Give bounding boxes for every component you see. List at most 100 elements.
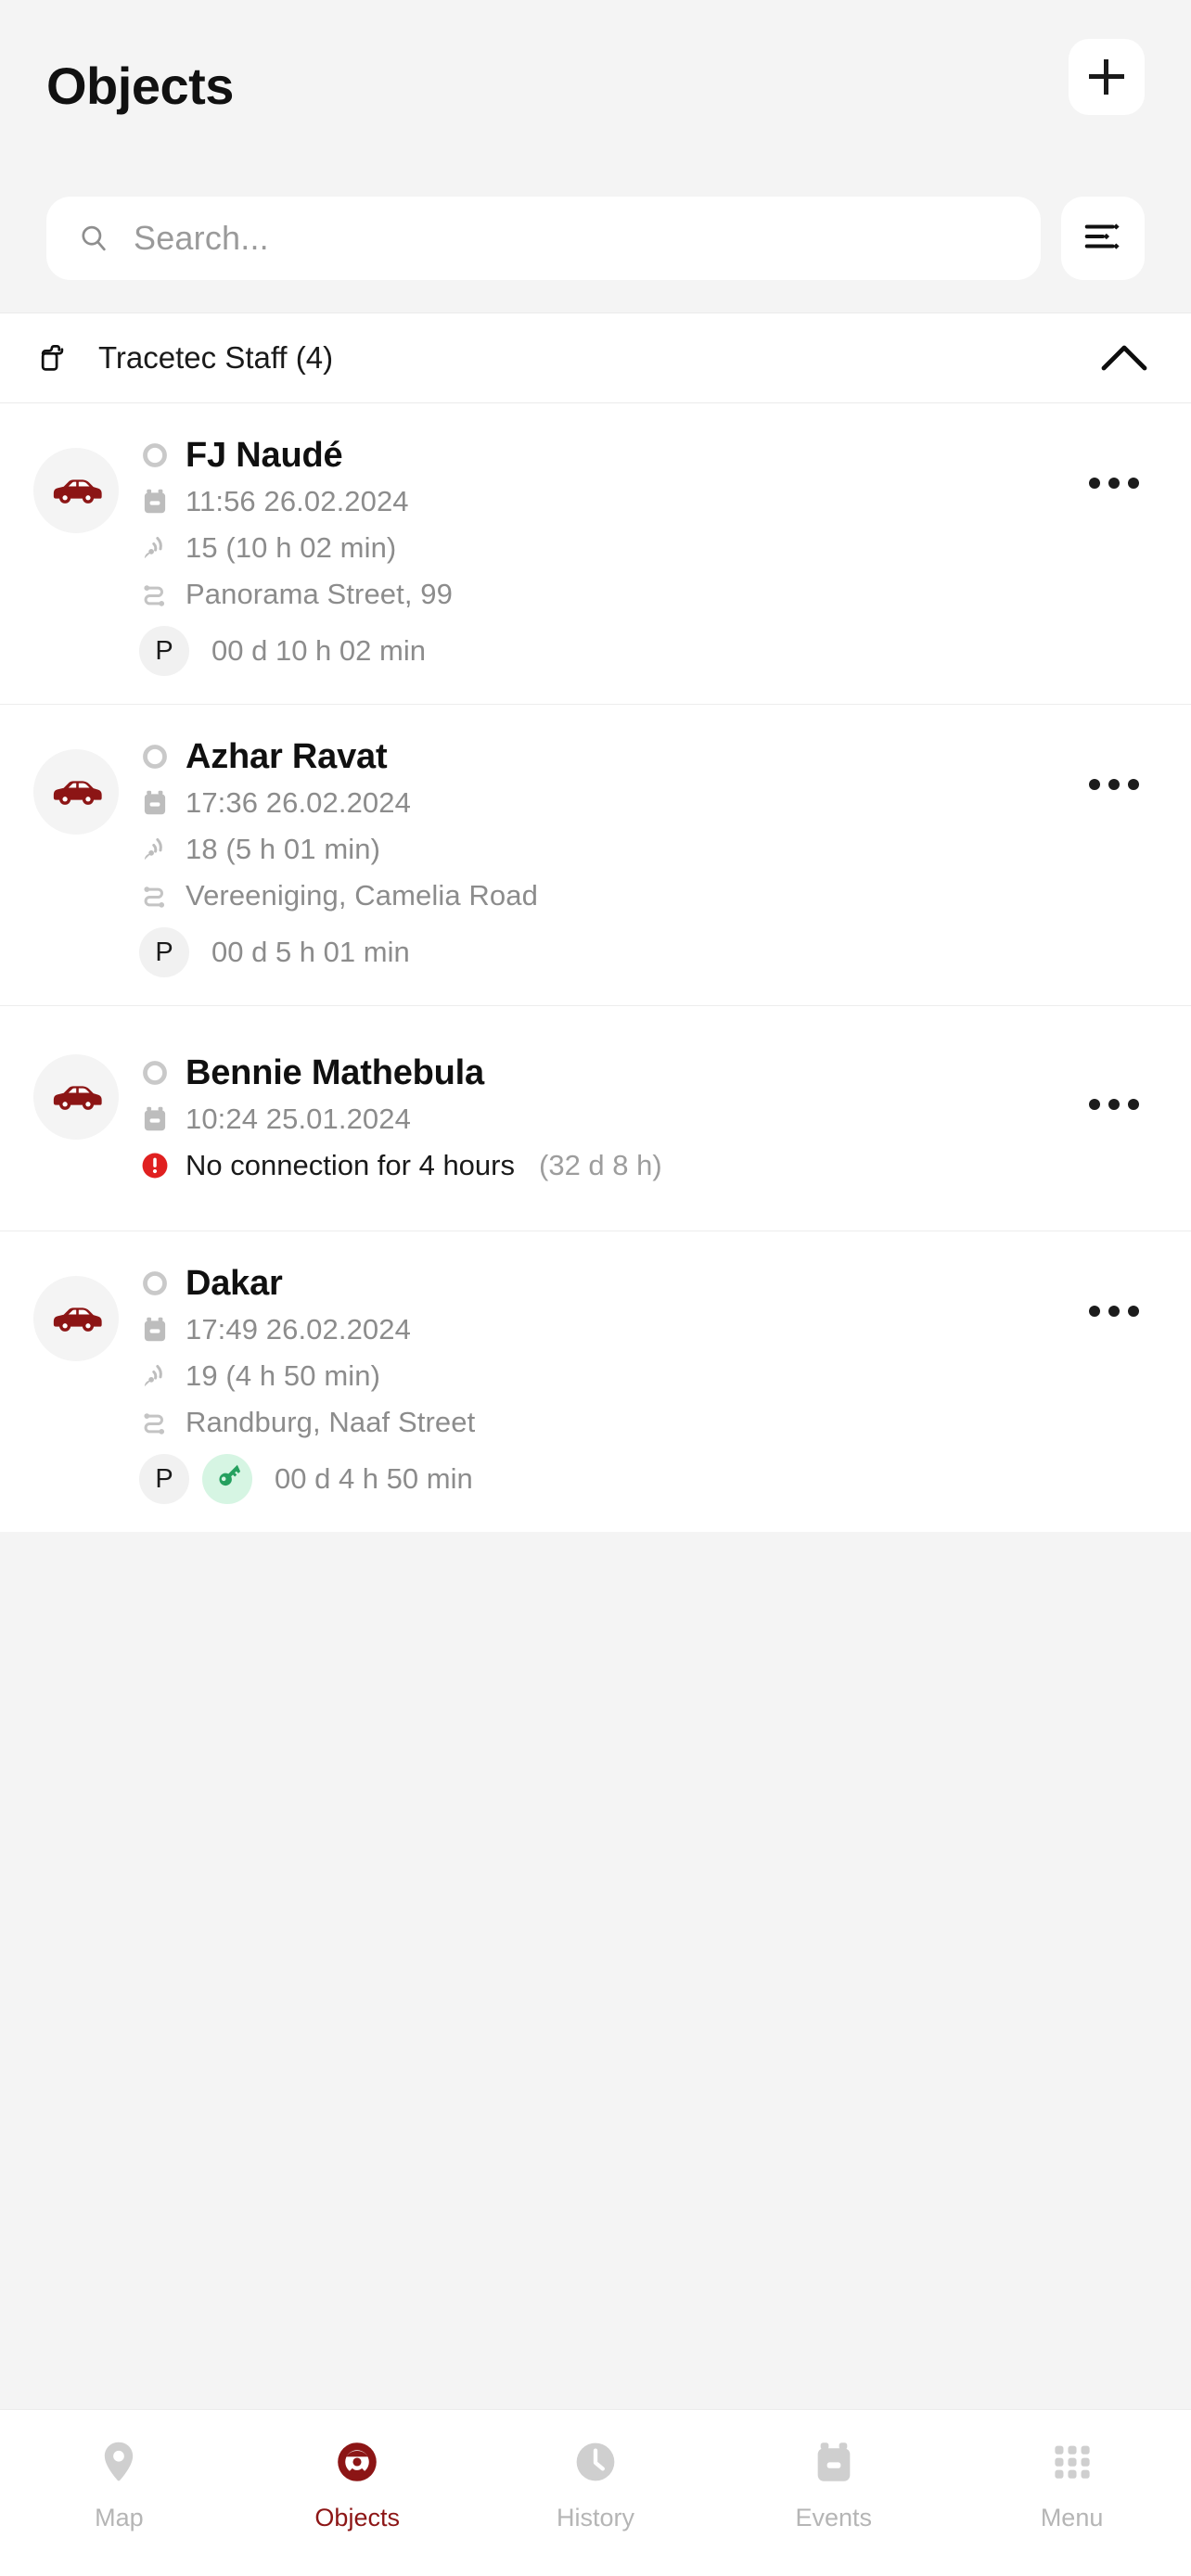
badges-line: P 00 d 10 h 02 min (139, 626, 1074, 676)
alert-text: No connection for 4 hours (186, 1149, 515, 1181)
alert-line: No connection for 4 hours (32 d 8 h) (139, 1143, 1074, 1188)
item-body: Bennie Mathebula 10:24 25.01.2024 No con… (139, 1049, 1074, 1188)
car-icon (50, 772, 102, 813)
nav-label: Map (95, 2504, 144, 2531)
nav-item-map[interactable]: Map (0, 2438, 238, 2532)
kebab-menu-icon[interactable] (1074, 757, 1154, 812)
signal-line: 18 (5 h 01 min) (139, 827, 1074, 872)
name-line: FJ Naudé (139, 433, 1074, 478)
signal-text: 15 (10 h 02 min) (186, 531, 397, 564)
duration-text: 00 d 10 h 02 min (211, 634, 426, 667)
avatar (33, 448, 119, 533)
objects-list: FJ Naudé 11:56 26.02.2024 15 (10 h 02 mi… (0, 403, 1191, 1532)
signal-line: 15 (10 h 02 min) (139, 526, 1074, 570)
kebab-menu-icon[interactable] (1074, 455, 1154, 511)
datetime-text: 11:56 26.02.2024 (186, 485, 409, 517)
signal-line: 19 (4 h 50 min) (139, 1354, 1074, 1398)
signal-text: 18 (5 h 01 min) (186, 833, 380, 865)
status-ring-icon (139, 741, 171, 772)
battery-icon (139, 787, 171, 819)
satellite-signal-icon (139, 834, 171, 865)
objects-screen: Objects Search... Tracetec Staff (4) FJ … (0, 0, 1191, 2576)
car-icon (50, 1077, 102, 1118)
grid-dots-icon (1048, 2438, 1096, 2491)
car-icon (50, 470, 102, 512)
list-item[interactable]: Bennie Mathebula 10:24 25.01.2024 No con… (0, 1006, 1191, 1231)
datetime-line: 11:56 26.02.2024 (139, 479, 1074, 524)
parking-badge: P (139, 1454, 189, 1504)
car-icon (50, 1298, 102, 1340)
item-body: FJ Naudé 11:56 26.02.2024 15 (10 h 02 mi… (139, 431, 1074, 676)
address-text: Randburg, Naaf Street (186, 1406, 476, 1438)
battery-icon (139, 1314, 171, 1345)
key-icon (212, 1460, 242, 1498)
ignition-key-badge (202, 1454, 252, 1504)
sliders-filter-icon (1082, 215, 1124, 262)
address-text: Vereeniging, Camelia Road (186, 879, 538, 912)
nav-label: Menu (1040, 2504, 1104, 2531)
address-line: Randburg, Naaf Street (139, 1400, 1074, 1445)
list-item[interactable]: Dakar 17:49 26.02.2024 19 (4 h 50 min) R… (0, 1231, 1191, 1532)
nav-item-objects[interactable]: Objects (238, 2438, 477, 2532)
address-line: Vereeniging, Camelia Road (139, 874, 1074, 918)
address-text: Panorama Street, 99 (186, 578, 453, 610)
screen-header: Objects (0, 0, 1191, 197)
badges-line: P 00 d 4 h 50 min (139, 1454, 1074, 1504)
name-line: Azhar Ravat (139, 734, 1074, 779)
avatar (33, 1054, 119, 1140)
group-label: Tracetec Staff (4) (98, 340, 334, 375)
search-icon (78, 223, 109, 254)
group-header-tracetec-staff[interactable]: Tracetec Staff (4) (0, 312, 1191, 403)
nav-label: Objects (314, 2504, 400, 2531)
object-name: FJ Naudé (186, 435, 343, 475)
datetime-line: 17:49 26.02.2024 (139, 1307, 1074, 1352)
satellite-signal-icon (139, 532, 171, 564)
datetime-text: 10:24 25.01.2024 (186, 1103, 411, 1135)
nav-item-menu[interactable]: Menu (953, 2438, 1191, 2532)
duration-text: 00 d 4 h 50 min (275, 1462, 473, 1495)
clock-icon (571, 2438, 620, 2491)
item-body: Azhar Ravat 17:36 26.02.2024 18 (5 h 01 … (139, 733, 1074, 977)
alert-sub-text: (32 d 8 h) (539, 1149, 662, 1181)
route-icon (139, 1407, 171, 1438)
avatar (33, 749, 119, 835)
route-icon (139, 880, 171, 912)
signal-text: 19 (4 h 50 min) (186, 1359, 380, 1392)
battery-icon (139, 486, 171, 517)
filter-button[interactable] (1061, 197, 1145, 280)
name-line: Dakar (139, 1261, 1074, 1306)
add-object-button[interactable] (1069, 39, 1145, 115)
kebab-menu-icon[interactable] (1074, 1077, 1154, 1132)
badges-line: P 00 d 5 h 01 min (139, 927, 1074, 977)
plus-icon (1089, 59, 1124, 95)
object-name: Azhar Ravat (186, 736, 388, 776)
datetime-line: 10:24 25.01.2024 (139, 1097, 1074, 1141)
object-name: Bennie Mathebula (186, 1052, 484, 1092)
list-item[interactable]: FJ Naudé 11:56 26.02.2024 15 (10 h 02 mi… (0, 403, 1191, 705)
steering-wheel-icon (333, 2438, 381, 2491)
avatar (33, 1276, 119, 1361)
address-line: Panorama Street, 99 (139, 572, 1074, 617)
nav-item-history[interactable]: History (477, 2438, 715, 2532)
content-spacer (0, 1532, 1191, 2409)
search-placeholder: Search... (134, 219, 269, 257)
chevron-up-icon[interactable] (1100, 334, 1148, 382)
datetime-text: 17:36 26.02.2024 (186, 786, 411, 819)
status-ring-icon (139, 1057, 171, 1089)
map-pin-icon (95, 2438, 143, 2491)
search-row: Search... (0, 197, 1191, 312)
nav-label: History (556, 2504, 634, 2531)
name-line: Bennie Mathebula (139, 1051, 1074, 1095)
battery-events-icon (810, 2438, 858, 2491)
list-item[interactable]: Azhar Ravat 17:36 26.02.2024 18 (5 h 01 … (0, 705, 1191, 1006)
kebab-menu-icon[interactable] (1074, 1283, 1154, 1339)
object-name: Dakar (186, 1263, 283, 1303)
bottom-navigation: Map Objects History Events Menu (0, 2409, 1191, 2576)
search-input[interactable]: Search... (46, 197, 1041, 280)
satellite-signal-icon (139, 1360, 171, 1392)
nav-item-events[interactable]: Events (714, 2438, 953, 2532)
item-body: Dakar 17:49 26.02.2024 19 (4 h 50 min) R… (139, 1259, 1074, 1504)
nav-label: Events (795, 2504, 873, 2531)
route-icon (139, 579, 171, 610)
status-ring-icon (139, 1268, 171, 1299)
